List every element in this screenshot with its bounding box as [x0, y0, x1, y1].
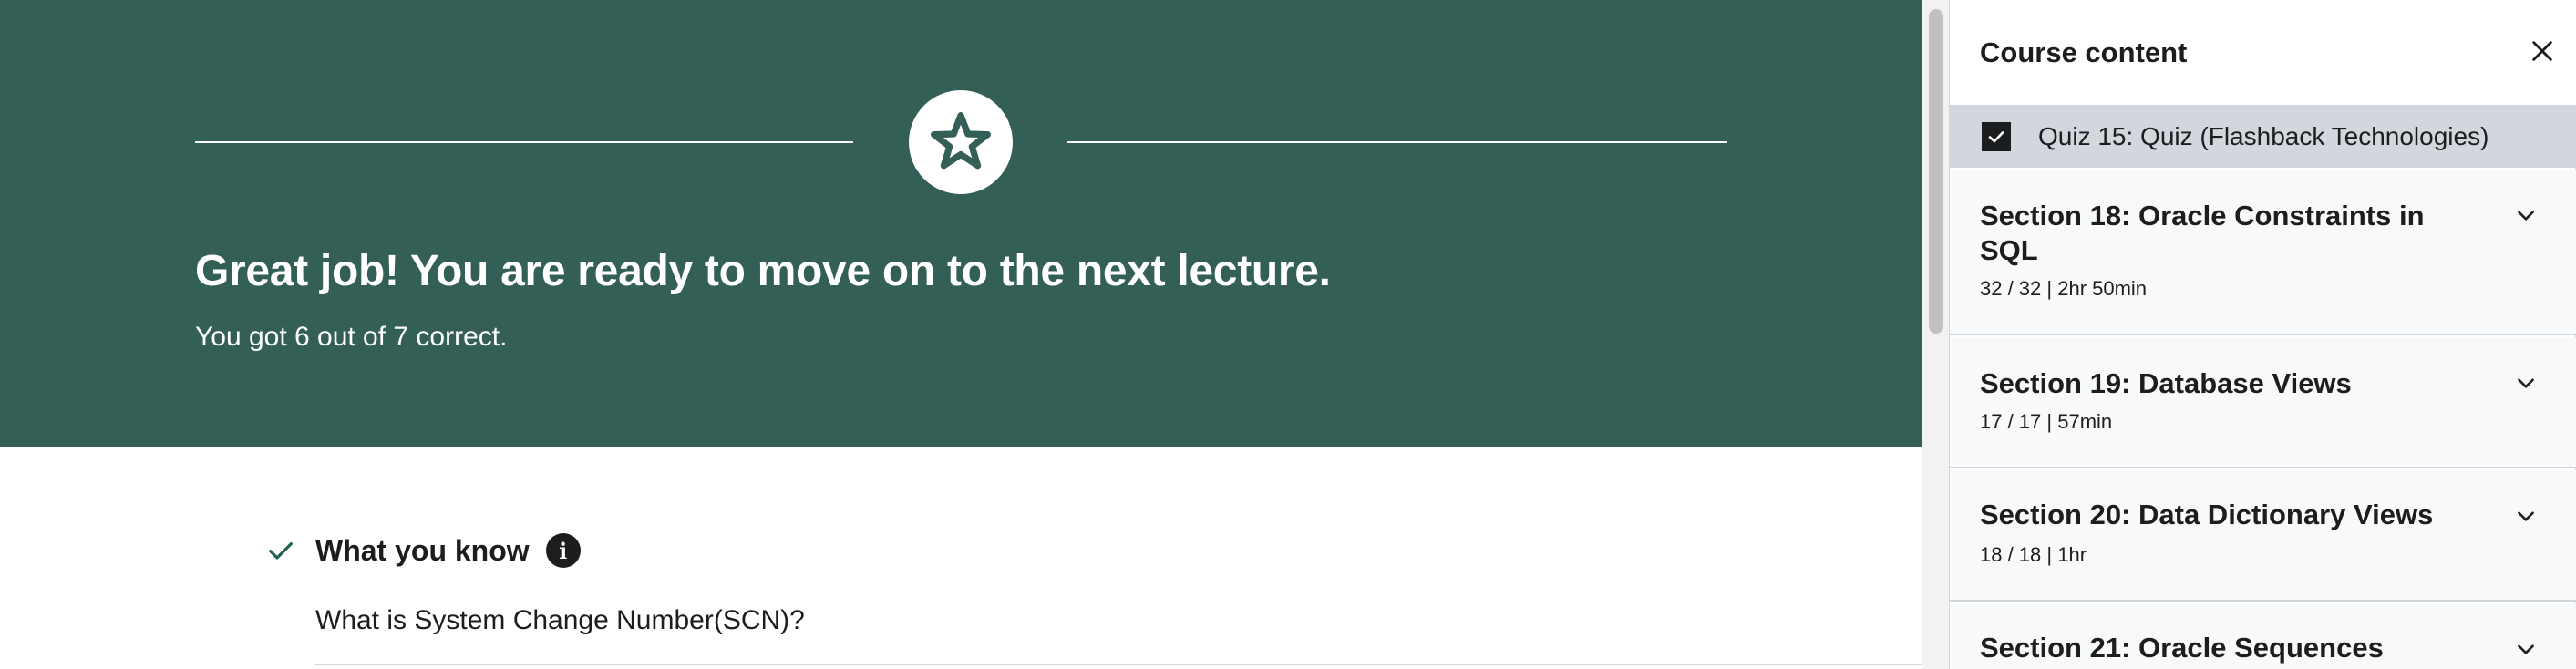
divider — [315, 664, 1922, 665]
result-title: Great job! You are ready to move on to t… — [195, 247, 1331, 295]
info-icon[interactable]: i — [545, 533, 581, 568]
course-content-sidebar: Course content Quiz 15: Quiz (Flashback … — [1949, 0, 2576, 669]
section-meta: 32 / 32 | 2hr 50min — [1980, 277, 2148, 300]
result-score: You got 6 out of 7 correct. — [195, 322, 508, 352]
chevron-down-icon[interactable] — [2513, 202, 2539, 228]
banner-divider-left — [195, 141, 853, 143]
section-19[interactable]: Section 19: Database Views 17 / 17 | 57m… — [1950, 337, 2576, 468]
sidebar-title: Course content — [1980, 36, 2188, 68]
star-badge — [909, 90, 1013, 194]
sidebar-header: Course content — [1950, 0, 2576, 106]
chevron-down-icon[interactable] — [2513, 370, 2539, 396]
section-title: Section 19: Database Views — [1980, 367, 2352, 399]
section-title: Section 20: Data Dictionary Views — [1980, 499, 2434, 530]
result-banner: Great job! You are ready to move on to t… — [0, 0, 1922, 447]
star-icon — [930, 112, 991, 170]
current-lecture-label: Quiz 15: Quiz (Flashback Technologies) — [2038, 122, 2489, 150]
section-title: Section 21: Oracle Sequences — [1980, 632, 2384, 664]
section-21[interactable]: Section 21: Oracle Sequences — [1950, 603, 2576, 669]
main-scrollbar[interactable] — [1922, 0, 1949, 669]
section-meta: 17 / 17 | 57min — [1980, 410, 2113, 433]
banner-divider-right — [1067, 141, 1727, 143]
chevron-down-icon[interactable] — [2513, 503, 2539, 529]
known-question: What is System Change Number(SCN)? — [315, 605, 805, 635]
current-lecture-item[interactable]: Quiz 15: Quiz (Flashback Technologies) — [1950, 106, 2576, 168]
section-18[interactable]: Section 18: Oracle Constraints in SQL 32… — [1950, 170, 2576, 335]
quiz-result-panel: Great job! You are ready to move on to t… — [0, 0, 1922, 669]
what-you-know-label: What you know — [315, 533, 530, 567]
close-sidebar-button[interactable] — [2524, 33, 2561, 69]
section-title: Section 18: Oracle Constraints in SQL — [1980, 200, 2425, 266]
what-you-know-heading: What you know i — [266, 533, 581, 568]
section-20[interactable]: Section 20: Data Dictionary Views 18 / 1… — [1950, 470, 2576, 602]
check-icon — [266, 536, 295, 565]
chevron-down-icon[interactable] — [2513, 636, 2539, 662]
scrollbar-thumb[interactable] — [1929, 9, 1943, 334]
checkbox-checked-icon[interactable] — [1982, 122, 2011, 151]
section-meta: 18 / 18 | 1hr — [1980, 543, 2087, 566]
close-icon — [2532, 41, 2552, 61]
